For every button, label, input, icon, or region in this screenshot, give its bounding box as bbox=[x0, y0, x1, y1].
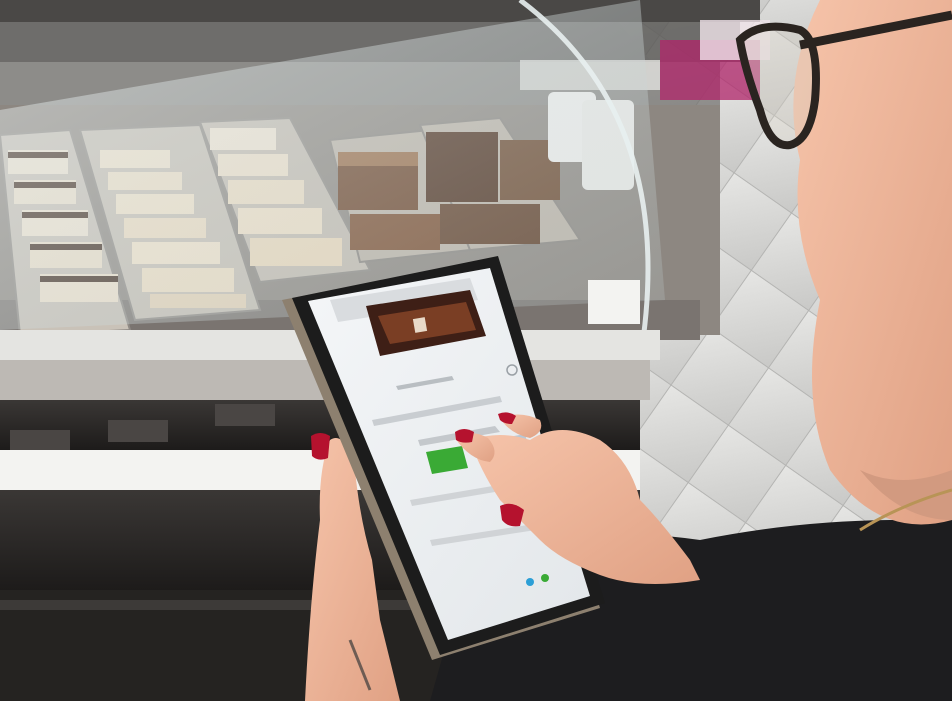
screen-nav-dot-icon[interactable] bbox=[526, 578, 534, 586]
nail-icon bbox=[311, 433, 330, 460]
nail-icon bbox=[455, 429, 474, 443]
price-label bbox=[588, 280, 640, 324]
bakery-photo-scene bbox=[0, 0, 952, 701]
screen-nav-dot-icon[interactable] bbox=[541, 574, 549, 582]
scene-svg bbox=[0, 0, 952, 701]
